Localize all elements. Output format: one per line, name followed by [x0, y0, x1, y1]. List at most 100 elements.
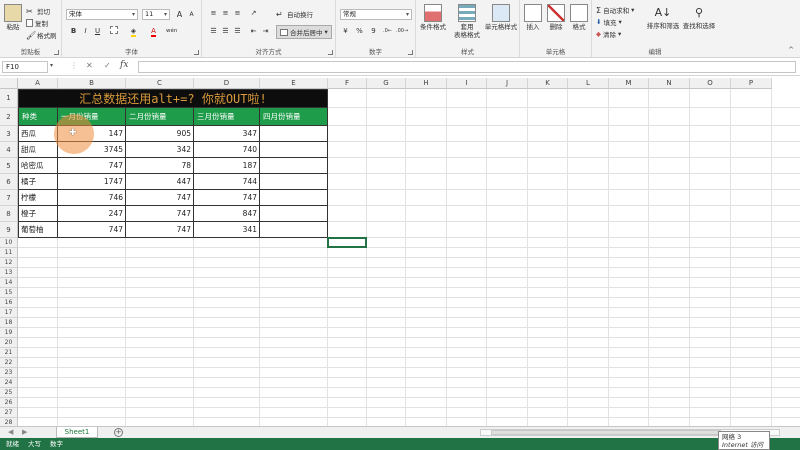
- data-cell[interactable]: 342: [126, 142, 194, 158]
- row-header-13[interactable]: 13: [0, 268, 18, 278]
- autosum-button[interactable]: Σ 自动求和 ▾: [596, 5, 634, 16]
- orientation-icon[interactable]: ↗: [248, 8, 259, 19]
- sort-filter-button[interactable]: A↓ 排序和筛选: [646, 4, 680, 30]
- data-cell[interactable]: 341: [194, 222, 260, 238]
- font-color-button[interactable]: A: [148, 26, 159, 37]
- column-header-b[interactable]: B: [58, 78, 126, 89]
- column-header-j[interactable]: J: [487, 78, 528, 89]
- select-all-corner[interactable]: [0, 78, 18, 89]
- row-header-26[interactable]: 26: [0, 398, 18, 408]
- row-header-28[interactable]: 28: [0, 418, 18, 426]
- column-header-g[interactable]: G: [367, 78, 406, 89]
- data-cell[interactable]: 橘子: [18, 174, 58, 190]
- column-header-h[interactable]: H: [406, 78, 447, 89]
- number-launcher-icon[interactable]: [408, 50, 413, 55]
- row-header-17[interactable]: 17: [0, 308, 18, 318]
- data-cell[interactable]: 哈密瓜: [18, 158, 58, 174]
- row-header-6[interactable]: 6: [0, 174, 18, 190]
- column-header-l[interactable]: L: [568, 78, 609, 89]
- formula-input[interactable]: [138, 61, 796, 73]
- column-header-e[interactable]: E: [260, 78, 328, 89]
- row-header-8[interactable]: 8: [0, 206, 18, 222]
- copy-button[interactable]: 复制: [26, 18, 48, 28]
- sheet-tab-sheet1[interactable]: Sheet1: [56, 427, 98, 438]
- data-cell[interactable]: 746: [58, 190, 126, 206]
- column-header-i[interactable]: I: [447, 78, 487, 89]
- align-bottom-icon[interactable]: ≡: [232, 8, 243, 19]
- format-button[interactable]: 格式: [568, 4, 590, 31]
- font-name-select[interactable]: 宋体: [66, 9, 138, 20]
- currency-icon[interactable]: ¥: [340, 26, 351, 37]
- data-cell[interactable]: 747: [58, 158, 126, 174]
- cell-styles-button[interactable]: 单元格样式: [484, 4, 518, 31]
- format-painter-button[interactable]: 🖌 格式刷: [26, 30, 57, 41]
- bold-button[interactable]: B: [68, 26, 79, 37]
- row-header-14[interactable]: 14: [0, 278, 18, 288]
- row-header-21[interactable]: 21: [0, 348, 18, 358]
- data-cell[interactable]: 747: [194, 190, 260, 206]
- align-left-icon[interactable]: ☰: [208, 26, 219, 37]
- enter-button[interactable]: ✓: [104, 61, 111, 70]
- data-cell[interactable]: [260, 158, 328, 174]
- header-cell[interactable]: 种类: [18, 108, 58, 126]
- column-header-o[interactable]: O: [690, 78, 731, 89]
- row-header-27[interactable]: 27: [0, 408, 18, 418]
- clipboard-launcher-icon[interactable]: [54, 50, 59, 55]
- insert-button[interactable]: 插入: [522, 4, 544, 31]
- column-header-n[interactable]: N: [649, 78, 690, 89]
- paste-button[interactable]: 粘贴: [3, 4, 23, 31]
- data-cell[interactable]: 1747: [58, 174, 126, 190]
- data-cell[interactable]: 447: [126, 174, 194, 190]
- data-cell[interactable]: [260, 126, 328, 142]
- delete-button[interactable]: 删除: [545, 4, 567, 31]
- column-header-k[interactable]: K: [528, 78, 568, 89]
- data-cell[interactable]: 葡萄柚: [18, 222, 58, 238]
- grow-font-button[interactable]: A: [174, 9, 185, 20]
- data-cell[interactable]: 747: [126, 190, 194, 206]
- row-header-7[interactable]: 7: [0, 190, 18, 206]
- next-sheet-icon[interactable]: ▶: [22, 428, 27, 436]
- align-top-icon[interactable]: ≡: [208, 8, 219, 19]
- row-header-19[interactable]: 19: [0, 328, 18, 338]
- data-cell[interactable]: 905: [126, 126, 194, 142]
- data-cell[interactable]: [260, 142, 328, 158]
- cancel-button[interactable]: ✕: [86, 61, 93, 70]
- comma-style-button[interactable]: 9: [368, 26, 379, 37]
- row-header-10[interactable]: 10: [0, 238, 18, 248]
- merge-center-button[interactable]: 合并后居中 ▾: [276, 25, 332, 39]
- font-size-select[interactable]: 11: [142, 9, 170, 20]
- row-header-15[interactable]: 15: [0, 288, 18, 298]
- format-as-table-button[interactable]: 套用 表格格式: [452, 4, 482, 39]
- data-cell[interactable]: 747: [126, 222, 194, 238]
- column-header-c[interactable]: C: [126, 78, 194, 89]
- scrollbar-thumb[interactable]: [491, 430, 721, 435]
- decrease-indent-icon[interactable]: ⇤: [248, 26, 259, 37]
- decrease-decimal-icon[interactable]: .00→: [396, 26, 408, 37]
- data-cell[interactable]: 347: [194, 126, 260, 142]
- data-cell[interactable]: 247: [58, 206, 126, 222]
- row-header-25[interactable]: 25: [0, 388, 18, 398]
- shrink-font-button[interactable]: A: [186, 9, 197, 20]
- row-header-20[interactable]: 20: [0, 338, 18, 348]
- row-header-22[interactable]: 22: [0, 358, 18, 368]
- data-cell[interactable]: 柠檬: [18, 190, 58, 206]
- prev-sheet-icon[interactable]: ◀: [8, 428, 13, 436]
- data-cell[interactable]: 78: [126, 158, 194, 174]
- data-cell[interactable]: 847: [194, 206, 260, 222]
- increase-decimal-icon[interactable]: .0←: [382, 26, 393, 37]
- column-header-a[interactable]: A: [18, 78, 58, 89]
- merged-title-cell[interactable]: 汇总数据还用alt+=? 你就OUT啦!: [18, 89, 328, 108]
- cut-button[interactable]: ✂ 剪切: [26, 6, 50, 17]
- data-cell[interactable]: 747: [58, 222, 126, 238]
- column-header-m[interactable]: M: [609, 78, 649, 89]
- number-format-select[interactable]: 常规: [340, 9, 412, 20]
- conditional-format-button[interactable]: 条件格式: [418, 4, 448, 31]
- name-box-dropdown-icon[interactable]: ▾: [50, 62, 53, 69]
- increase-indent-icon[interactable]: ⇥: [260, 26, 271, 37]
- data-cell[interactable]: [260, 206, 328, 222]
- data-cell[interactable]: [260, 190, 328, 206]
- row-header-24[interactable]: 24: [0, 378, 18, 388]
- column-header-f[interactable]: F: [328, 78, 367, 89]
- row-header-12[interactable]: 12: [0, 258, 18, 268]
- header-cell[interactable]: 三月份销量: [194, 108, 260, 126]
